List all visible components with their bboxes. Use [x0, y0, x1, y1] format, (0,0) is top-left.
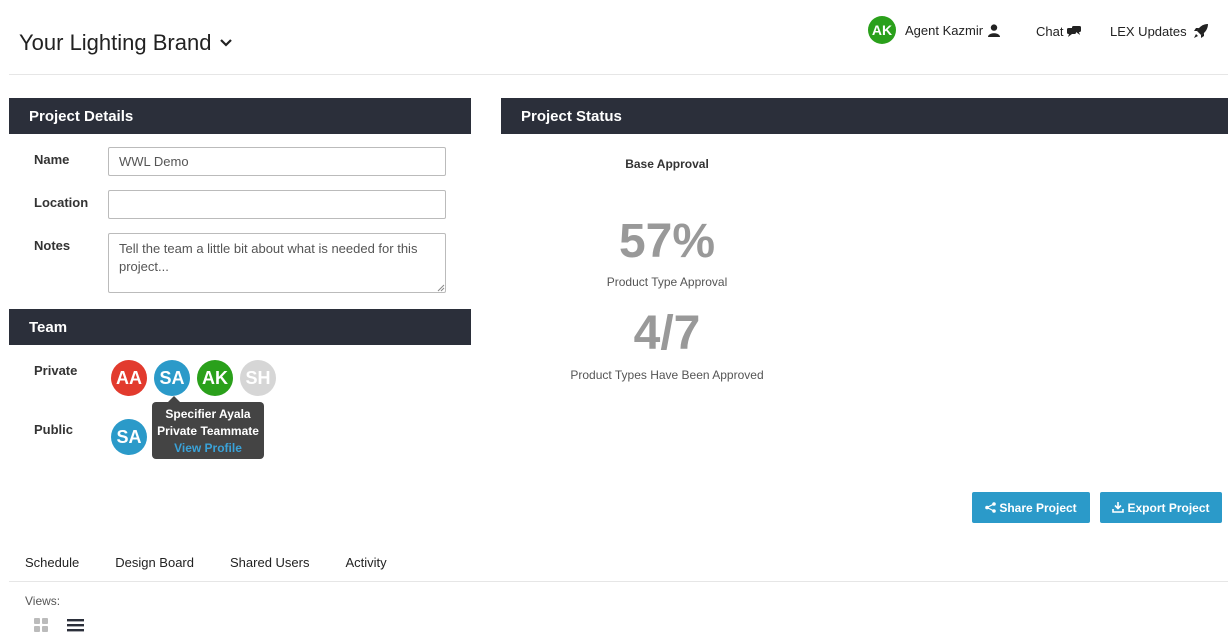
- brand-dropdown[interactable]: Your Lighting Brand: [19, 30, 233, 56]
- export-project-label: Export Project: [1127, 500, 1210, 515]
- resize-handle-icon[interactable]: [436, 283, 445, 292]
- public-label: Public: [34, 422, 74, 437]
- avatar: AK: [868, 16, 896, 44]
- name-label: Name: [34, 152, 70, 167]
- private-team-avatars: AA SA AK SH: [111, 360, 283, 396]
- notes-field[interactable]: Tell the team a little bit about what is…: [108, 233, 446, 293]
- public-team-avatars: SA: [111, 419, 154, 455]
- team-header: Team: [9, 309, 471, 345]
- chevron-down-icon: [220, 39, 233, 47]
- teammate-tooltip: Specifier Ayala Private Teammate View Pr…: [152, 396, 264, 459]
- share-icon: [985, 502, 997, 513]
- tab-schedule[interactable]: Schedule: [9, 548, 95, 581]
- avatar[interactable]: SH: [240, 360, 276, 396]
- rocket-icon: [1193, 24, 1208, 38]
- top-bar: Your Lighting Brand AK Agent Kazmir Chat…: [0, 0, 1228, 75]
- chat-link[interactable]: Chat: [1036, 24, 1082, 39]
- brand-name: Your Lighting Brand: [19, 30, 212, 55]
- notes-label: Notes: [34, 238, 71, 253]
- user-name: Agent Kazmir: [905, 22, 984, 38]
- approval-percent-label: Product Type Approval: [606, 275, 728, 289]
- tab-shared-users[interactable]: Shared Users: [214, 548, 325, 581]
- grid-view-icon[interactable]: [34, 618, 49, 633]
- private-label: Private: [34, 363, 78, 378]
- export-project-button[interactable]: Export Project: [1100, 492, 1222, 523]
- list-view-icon[interactable]: [67, 618, 84, 633]
- view-profile-link[interactable]: View Profile: [152, 440, 264, 457]
- chat-label: Chat: [1036, 24, 1064, 39]
- approval-percent: 57%: [618, 215, 716, 268]
- approval-fraction-label: Product Types Have Been Approved: [570, 368, 764, 382]
- avatar[interactable]: AA: [111, 360, 147, 396]
- avatar[interactable]: SA: [154, 360, 190, 396]
- lex-updates-link[interactable]: LEX Updates: [1110, 24, 1209, 39]
- tooltip-role: Private Teammate: [157, 424, 259, 438]
- base-approval-title: Base Approval: [625, 157, 709, 171]
- approval-fraction: 4/7: [633, 307, 701, 360]
- user-icon: [988, 23, 1001, 37]
- tooltip-name: Specifier Ayala: [165, 407, 251, 421]
- location-label: Location: [34, 195, 89, 210]
- avatar[interactable]: SA: [111, 419, 147, 455]
- project-details-header: Project Details: [9, 98, 471, 134]
- user-menu[interactable]: AK Agent Kazmir: [868, 16, 1001, 44]
- name-field[interactable]: [108, 147, 446, 176]
- share-project-button[interactable]: Share Project: [972, 492, 1090, 523]
- tab-activity[interactable]: Activity: [329, 548, 402, 581]
- share-project-label: Share Project: [999, 500, 1077, 515]
- tab-design-board[interactable]: Design Board: [99, 548, 210, 581]
- project-status-header: Project Status: [501, 98, 1228, 134]
- location-field[interactable]: [108, 190, 446, 219]
- views-label: Views:: [25, 594, 61, 608]
- project-tabs: Schedule Design Board Shared Users Activ…: [9, 548, 1228, 582]
- download-icon: [1112, 502, 1125, 513]
- chat-icon: [1067, 25, 1082, 37]
- lex-updates-label: LEX Updates: [1110, 24, 1187, 39]
- header-divider: [9, 74, 1228, 75]
- avatar[interactable]: AK: [197, 360, 233, 396]
